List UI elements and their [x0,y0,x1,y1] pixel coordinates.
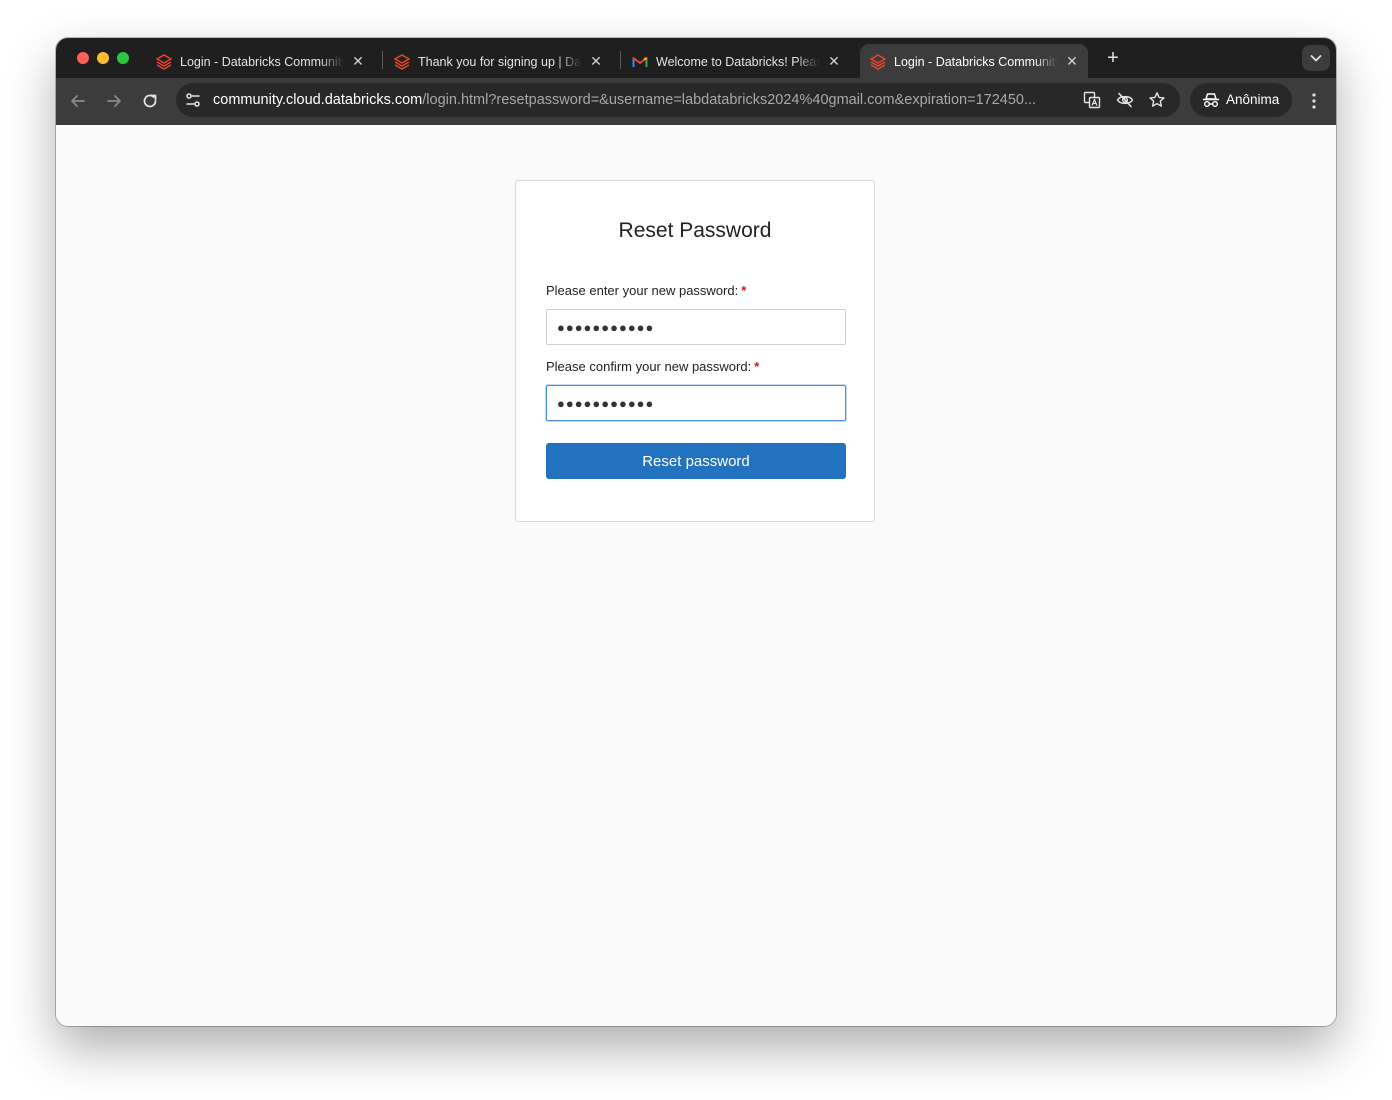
forward-arrow-icon[interactable] [103,90,125,112]
reload-icon[interactable] [139,90,161,112]
url-host: community.cloud.databricks.com [213,92,423,108]
tab-strip: Login - Databricks Community Edition ✕ T… [56,38,1336,78]
page-content: Reset Password Please enter your new pas… [56,125,1336,1026]
browser-window: Login - Databricks Community Edition ✕ T… [56,38,1336,1026]
tab-gmail[interactable]: Welcome to Databricks! Please verify you… [622,44,850,78]
close-tab-icon[interactable]: ✕ [1064,53,1080,69]
tab-title: Login - Databricks Community Edition [180,55,344,69]
translate-icon[interactable] [1083,91,1101,109]
tab-separator [620,51,621,69]
more-options-icon[interactable] [1305,90,1323,112]
eye-off-icon[interactable] [1116,91,1134,109]
site-settings-icon[interactable] [184,91,202,109]
tab-title: Thank you for signing up | Databricks [418,55,582,69]
browser-toolbar: community.cloud.databricks.com/login.htm… [56,78,1336,125]
close-tab-icon[interactable]: ✕ [350,53,366,69]
close-tab-icon[interactable]: ✕ [826,53,842,69]
required-marker: * [741,283,747,298]
url-path: /login.html?resetpassword=&username=labd… [422,92,1037,108]
chevron-down-icon [1310,55,1322,62]
confirm-password-label-text: Please confirm your new password: [546,359,752,374]
close-tab-icon[interactable]: ✕ [588,53,604,69]
page-title: Reset Password [618,219,772,242]
reset-password-button[interactable]: Reset password [546,443,846,479]
tab-title: Login - Databricks Community Edition [894,55,1058,69]
incognito-icon [1202,93,1220,107]
tab-title: Welcome to Databricks! Please verify you… [656,55,820,69]
databricks-icon [870,54,886,70]
tab-thank-you[interactable]: Thank you for signing up | Databricks ✕ [384,44,612,78]
tab-separator [382,51,383,69]
required-marker: * [754,359,760,374]
maximize-window-button[interactable] [117,52,129,64]
incognito-profile-button[interactable]: Anônima [1190,83,1292,117]
databricks-icon [156,54,172,70]
gmail-icon [632,57,648,67]
confirm-password-label: Please confirm your new password: * [546,359,846,375]
close-window-button[interactable] [77,52,89,64]
new-password-input[interactable] [546,309,846,345]
back-arrow-icon[interactable] [67,90,89,112]
tab-login-1[interactable]: Login - Databricks Community Edition ✕ [146,44,374,78]
bookmark-star-icon[interactable] [1148,91,1166,109]
confirm-password-input[interactable] [546,385,846,421]
address-bar[interactable]: community.cloud.databricks.com/login.htm… [176,83,1180,117]
reset-password-card: Reset Password Please enter your new pas… [515,180,875,522]
new-tab-icon[interactable]: + [1103,48,1123,68]
new-password-label-text: Please enter your new password: [546,283,739,298]
url-text[interactable]: community.cloud.databricks.com/login.htm… [213,91,1073,109]
tab-login-active[interactable]: Login - Databricks Community Edition ✕ [860,44,1088,78]
databricks-icon [394,54,410,70]
new-password-label: Please enter your new password: * [546,283,846,299]
tab-search-button[interactable] [1302,45,1330,71]
minimize-window-button[interactable] [97,52,109,64]
profile-label: Anônima [1226,92,1280,107]
